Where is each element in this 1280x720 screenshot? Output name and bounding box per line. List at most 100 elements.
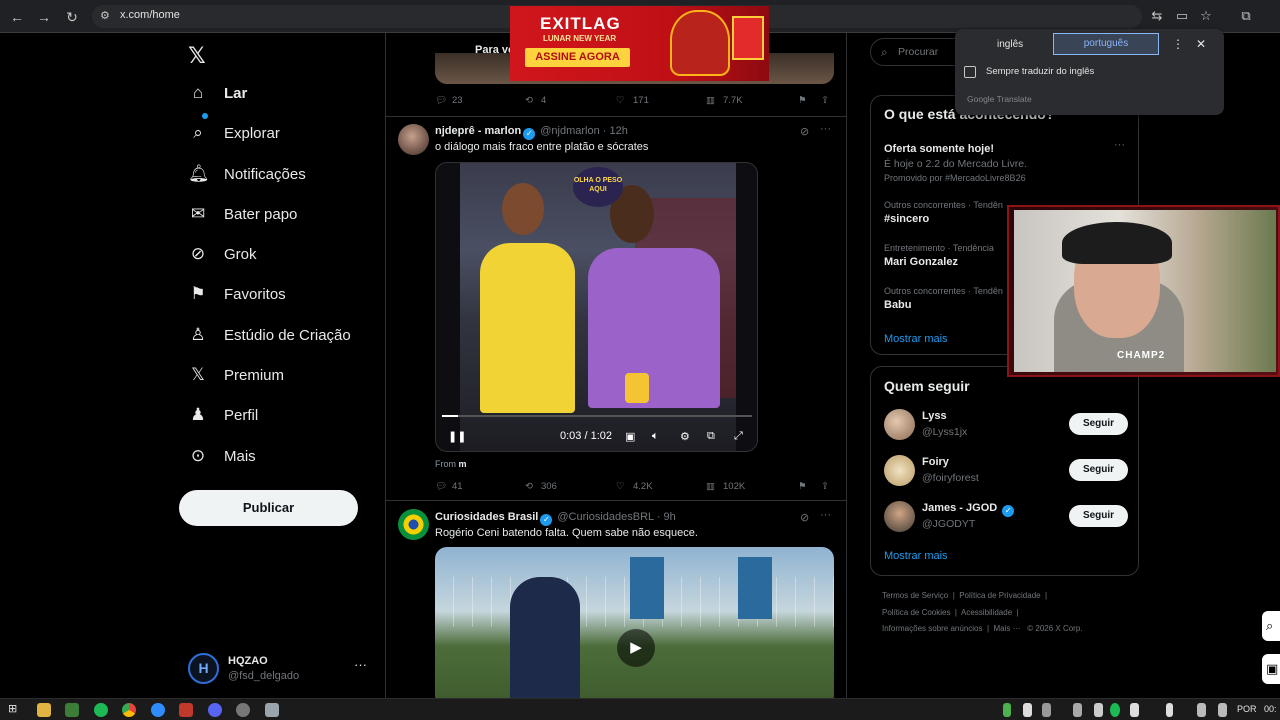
grok-icon[interactable]: ⊘	[800, 125, 809, 138]
avatar[interactable]	[398, 509, 429, 540]
settings-icon[interactable]: ⚙	[680, 430, 690, 443]
tweet-video[interactable]: ▶	[435, 547, 834, 698]
footer-link[interactable]: Acessibilidade	[961, 608, 1012, 617]
options-icon[interactable]: ⋮	[1172, 37, 1184, 51]
account-switcher[interactable]: H HQZAO @fsd_delgado ···	[188, 653, 378, 687]
captions-icon[interactable]: ▣	[625, 430, 635, 443]
play-icon[interactable]: ▶	[617, 629, 655, 667]
tweet-time[interactable]: · 9h	[657, 511, 676, 523]
tray-icon[interactable]	[1073, 703, 1082, 717]
author-handle[interactable]: @njdmarlon	[540, 125, 599, 137]
ad-cta-button[interactable]: ASSINE AGORA	[525, 48, 630, 67]
app-icon[interactable]	[151, 703, 165, 717]
follow-button[interactable]: Seguir	[1069, 505, 1128, 527]
grok-icon[interactable]: ⊘	[800, 511, 809, 524]
x-logo-icon[interactable]: 𝕏	[188, 43, 206, 69]
footer-link[interactable]: Informações sobre anúncios	[882, 624, 983, 633]
more-dots-icon[interactable]: ···	[1114, 139, 1125, 151]
file-explorer-icon[interactable]	[37, 703, 51, 717]
tray-icon[interactable]	[1130, 703, 1139, 717]
target-language-tab[interactable]: português	[1053, 33, 1159, 55]
nav-profile[interactable]: ♟ Perfil	[188, 400, 258, 430]
windows-start-icon[interactable]: ⊞	[8, 702, 17, 715]
volume-icon[interactable]: 🔈︎	[652, 430, 659, 443]
more-dots-icon[interactable]: ···	[820, 509, 831, 521]
app-icon[interactable]	[265, 703, 279, 717]
ad-banner[interactable]: EXITLAG LUNAR NEW YEAR ASSINE AGORA	[510, 6, 769, 81]
app-icon[interactable]	[236, 703, 250, 717]
discord-icon[interactable]	[208, 703, 222, 717]
pause-icon[interactable]: ❚❚	[448, 430, 466, 443]
tweet-time[interactable]: · 12h	[603, 125, 628, 137]
post-button[interactable]: Publicar	[179, 490, 358, 526]
clock[interactable]: 00:	[1264, 704, 1277, 714]
extensions-icon[interactable]: ⧉	[1238, 8, 1254, 24]
nav-notifications[interactable]: 🔔︎ Notificações	[188, 159, 306, 189]
footer-link[interactable]: Política de Privacidade	[959, 591, 1040, 600]
share-icon[interactable]: ⇪	[821, 481, 829, 492]
chrome-icon[interactable]	[122, 703, 136, 717]
nav-explore[interactable]: ⌕ Explorar	[188, 118, 280, 148]
nav-creator-studio[interactable]: ♙ Estúdio de Criação	[188, 320, 350, 350]
tray-spotify-icon[interactable]	[1110, 703, 1120, 717]
translate-icon[interactable]: ⇆	[1149, 8, 1165, 24]
nav-messages[interactable]: ✉ Bater papo	[188, 199, 298, 229]
repost-icon[interactable]: ⟲	[525, 481, 533, 492]
star-icon[interactable]: ☆	[1198, 8, 1214, 24]
video-player[interactable]: OLHA O PESO AQUI ❚❚ 0:03 / 1:02 ▣ 🔈︎ ⚙ ⧉…	[435, 162, 758, 452]
show-more-link[interactable]: Mostrar mais	[884, 550, 948, 562]
source-language-tab[interactable]: inglês	[997, 39, 1023, 50]
footer-link[interactable]: Termos de Serviço	[882, 591, 948, 600]
spotify-icon[interactable]	[94, 703, 108, 717]
footer-link[interactable]: Política de Cookies	[882, 608, 950, 617]
app-icon[interactable]	[65, 703, 79, 717]
follow-button[interactable]: Seguir	[1069, 459, 1128, 481]
promoted-trend[interactable]: Oferta somente hoje! É hoje o 2.2 do Mer…	[884, 140, 1124, 183]
close-icon[interactable]: ✕	[1196, 37, 1206, 51]
views-icon[interactable]: ▥	[706, 95, 715, 106]
follow-suggestion[interactable]: Foiry @foiryforest Seguir	[884, 455, 1129, 491]
like-icon[interactable]: ♡	[616, 95, 625, 106]
show-more-link[interactable]: Mostrar mais	[884, 333, 948, 345]
views-icon[interactable]: ▥	[706, 481, 715, 492]
nav-premium[interactable]: 𝕏 Premium	[188, 360, 284, 390]
search-icon[interactable]: ⌕	[1262, 611, 1280, 641]
bookmark-icon[interactable]: ⚑	[798, 95, 807, 106]
nav-bookmarks[interactable]: ⚑ Favoritos	[188, 279, 285, 309]
repost-icon[interactable]: ⟲	[525, 95, 533, 106]
video-progress-bar[interactable]	[442, 415, 752, 417]
tray-icon[interactable]	[1003, 703, 1011, 717]
tray-icon[interactable]	[1218, 703, 1227, 717]
cast-icon[interactable]: ▭	[1174, 8, 1190, 24]
follow-suggestion[interactable]: Lyss @Lyss1jx Seguir	[884, 409, 1129, 445]
back-icon[interactable]: ←	[8, 8, 26, 26]
author-name[interactable]: Curiosidades Brasil	[435, 511, 538, 523]
app-icon[interactable]: ▣	[1262, 654, 1280, 684]
more-dots-icon[interactable]: ···	[820, 123, 831, 135]
pip-icon[interactable]: ⧉	[707, 430, 715, 443]
site-info-icon[interactable]: ⚙	[100, 9, 110, 22]
author-handle[interactable]: @CuriosidadesBRL	[557, 511, 653, 523]
fullscreen-icon[interactable]: ⤢	[734, 430, 743, 443]
reply-icon[interactable]: 💬︎	[435, 481, 447, 492]
tray-icon[interactable]	[1042, 703, 1051, 717]
avatar[interactable]	[398, 124, 429, 155]
like-icon[interactable]: ♡	[616, 481, 625, 492]
from-value[interactable]: m	[459, 459, 467, 469]
forward-icon[interactable]: →	[35, 8, 53, 26]
microphone-icon[interactable]	[1166, 703, 1173, 717]
nav-home[interactable]: ⌂ Lar	[188, 78, 247, 108]
tray-icon[interactable]	[1023, 703, 1032, 717]
always-translate-checkbox[interactable]	[964, 66, 976, 78]
author-name[interactable]: njdeprê - marlon	[435, 125, 521, 137]
reload-icon[interactable]: ↻	[63, 8, 81, 26]
nav-grok[interactable]: ⊘ Grok	[188, 239, 257, 269]
tray-icon[interactable]	[1094, 703, 1103, 717]
footer-link[interactable]: Mais ···	[993, 624, 1020, 633]
reply-icon[interactable]: 💬︎	[435, 95, 447, 106]
url-text[interactable]: x.com/home	[120, 9, 180, 21]
input-language[interactable]: POR	[1237, 704, 1257, 714]
app-icon[interactable]	[179, 703, 193, 717]
bookmark-icon[interactable]: ⚑	[798, 481, 807, 492]
share-icon[interactable]: ⇪	[821, 95, 829, 106]
